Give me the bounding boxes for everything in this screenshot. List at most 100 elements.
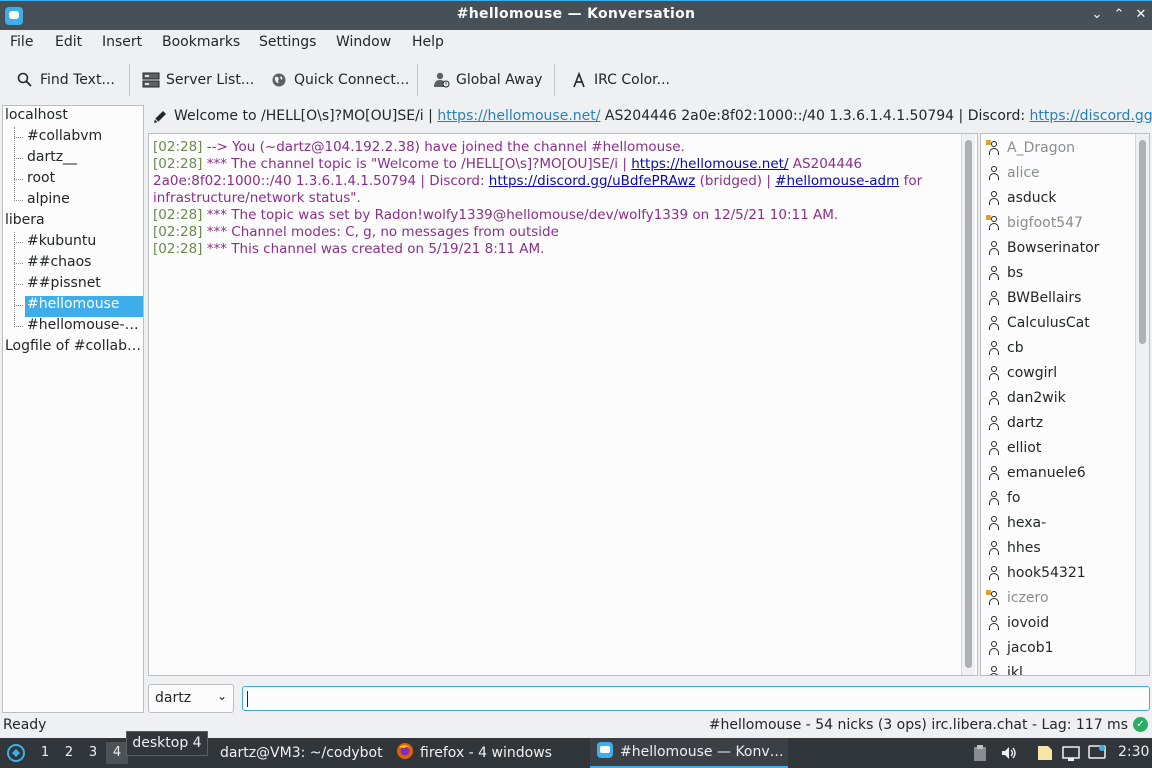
tree-item-hellomouse[interactable]: #hellomouse: [25, 296, 143, 317]
user-icon: [987, 290, 1001, 306]
tree-branch-line: [14, 179, 23, 180]
nick-item[interactable]: bigfoot547: [986, 212, 1083, 234]
chat-link-hellomouse[interactable]: https://hellomouse.net/: [631, 156, 788, 172]
nickname-value: dartz: [155, 690, 192, 706]
tree-server-localhost[interactable]: localhost: [5, 107, 68, 128]
chat-scrollbar-thumb[interactable]: [965, 140, 972, 668]
minimize-icon[interactable]: ⌄: [1088, 5, 1106, 25]
server-tree[interactable]: localhost #collabvm dartz__ root alpine …: [2, 105, 144, 713]
tree-item-alpine[interactable]: alpine: [25, 191, 143, 212]
menu-bookmarks[interactable]: Bookmarks: [162, 34, 240, 50]
edit-topic-icon[interactable]: [152, 109, 168, 125]
desktop-4[interactable]: 4: [106, 742, 128, 764]
nickname-selector[interactable]: dartz ⌄: [148, 684, 234, 713]
network-icon[interactable]: [1062, 744, 1080, 762]
user-icon: [987, 490, 1001, 506]
tree-item-pissnet[interactable]: ##pissnet: [25, 275, 143, 296]
menu-help[interactable]: Help: [412, 34, 444, 50]
tree-item-logfile[interactable]: Logfile of #collab…: [5, 338, 141, 359]
find-text-button[interactable]: Find Text...: [16, 66, 115, 94]
quick-connect-button[interactable]: Quick Connect...: [270, 66, 409, 94]
notes-icon[interactable]: [1036, 744, 1052, 762]
toolbar-separator: [554, 64, 555, 96]
chat-line-created: [02:28] *** This channel was created on …: [153, 241, 953, 258]
nick-name: iovoid: [1007, 615, 1050, 631]
nick-item[interactable]: cowgirl: [987, 362, 1057, 384]
tree-item-root[interactable]: root: [25, 170, 143, 191]
chat-link-hellomouse-adm[interactable]: #hellomouse-adm: [775, 173, 899, 189]
nick-item[interactable]: BWBellairs: [987, 287, 1081, 309]
server-icon: [142, 71, 160, 89]
tree-branch-line: [14, 200, 23, 201]
nick-item[interactable]: jkl: [987, 662, 1023, 675]
nick-item[interactable]: cb: [987, 337, 1024, 359]
nick-name: fo: [1007, 490, 1021, 506]
menu-settings[interactable]: Settings: [259, 34, 316, 50]
nick-item[interactable]: alice: [987, 162, 1040, 184]
chat-link-discord[interactable]: https://discord.gg/uBdfePRAwz: [489, 173, 696, 189]
clipboard-icon[interactable]: [972, 744, 988, 762]
topic-link-discord[interactable]: https://discord.gg/…: [1030, 108, 1152, 124]
nick-list[interactable]: A_Dragonalice asduck bigfoot547 Bowserinato…: [980, 133, 1150, 676]
tree-item-hellomouse-adm[interactable]: #hellomouse-…: [25, 317, 143, 338]
volume-icon[interactable]: [1000, 744, 1016, 762]
app-launcher-icon[interactable]: [6, 743, 26, 767]
nick-item[interactable]: dartz: [987, 412, 1043, 434]
nick-name: dan2wik: [1007, 390, 1066, 406]
nick-item[interactable]: bs: [987, 262, 1023, 284]
topic-link-hellomouse[interactable]: https://hellomouse.net/: [437, 108, 600, 124]
operator-user-icon: [986, 215, 1001, 231]
message-input[interactable]: [242, 686, 1150, 711]
chat-view[interactable]: [02:28] --> You (~dartz@104.192.2.38) ha…: [148, 133, 978, 676]
tree-server-libera[interactable]: libera: [5, 212, 45, 233]
server-list-button[interactable]: Server List...: [142, 66, 254, 94]
tree-item-dartz[interactable]: dartz__: [25, 149, 143, 170]
nick-list-scrollbar-thumb[interactable]: [1139, 140, 1146, 344]
task-konversation[interactable]: #hellomouse — Konv…: [590, 738, 788, 768]
title-bar[interactable]: #hellomouse — Konversation ⌄ ⌃ ✕: [0, 0, 1152, 30]
nick-item[interactable]: iovoid: [987, 612, 1049, 634]
menu-window[interactable]: Window: [336, 34, 391, 50]
clock[interactable]: 2:30: [1118, 744, 1149, 760]
chat-lines: [02:28] --> You (~dartz@104.192.2.38) ha…: [153, 139, 953, 258]
task-terminal[interactable]: dartz@VM3: ~/codybot: [190, 738, 388, 768]
nick-item[interactable]: jacob1: [987, 637, 1054, 659]
nick-item[interactable]: hexa-: [987, 512, 1046, 534]
nick-item[interactable]: Bowserinator: [987, 237, 1099, 259]
notification-icon[interactable]: [1088, 744, 1106, 762]
nick-item[interactable]: CalculusCat: [987, 312, 1090, 334]
global-away-button[interactable]: Global Away: [432, 66, 542, 94]
tree-item-kubuntu[interactable]: #kubuntu: [25, 233, 143, 254]
nick-item[interactable]: asduck: [987, 187, 1056, 209]
nick-name: alice: [1007, 165, 1040, 181]
nick-item[interactable]: dan2wik: [987, 387, 1066, 409]
task-firefox-label: firefox - 4 windows: [420, 745, 552, 761]
menu-file[interactable]: File: [10, 34, 33, 50]
find-text-label: Find Text...: [40, 72, 115, 88]
close-icon[interactable]: ✕: [1132, 5, 1150, 25]
menu-insert[interactable]: Insert: [102, 34, 142, 50]
nick-item[interactable]: A_Dragon: [986, 137, 1075, 159]
chat-line-join: [02:28] --> You (~dartz@104.192.2.38) ha…: [153, 139, 953, 156]
quick-connect-label: Quick Connect...: [294, 72, 410, 88]
nick-item[interactable]: elliot: [987, 437, 1041, 459]
tree-item-chaos[interactable]: ##chaos: [25, 254, 143, 275]
nick-item[interactable]: iczero: [986, 587, 1049, 609]
nick-item[interactable]: hook54321: [987, 562, 1086, 584]
task-firefox[interactable]: firefox - 4 windows: [390, 738, 586, 768]
desktop-2[interactable]: 2: [58, 742, 80, 764]
chat-scrollbar[interactable]: [961, 134, 975, 675]
irc-color-button[interactable]: IRC Color...: [570, 66, 670, 94]
user-icon: [987, 665, 1001, 675]
nick-item[interactable]: emanuele6: [987, 462, 1086, 484]
tree-branch-line: [14, 127, 15, 201]
desktop-1[interactable]: 1: [34, 742, 56, 764]
maximize-icon[interactable]: ⌃: [1110, 5, 1128, 25]
desktop-3[interactable]: 3: [82, 742, 104, 764]
menu-edit[interactable]: Edit: [55, 34, 82, 50]
nick-list-scrollbar[interactable]: [1135, 134, 1149, 675]
nick-item[interactable]: fo: [987, 487, 1021, 509]
nick-item[interactable]: hhes: [987, 537, 1041, 559]
tree-item-collabvm[interactable]: #collabvm: [25, 128, 143, 149]
nick-name: bs: [1007, 265, 1024, 281]
